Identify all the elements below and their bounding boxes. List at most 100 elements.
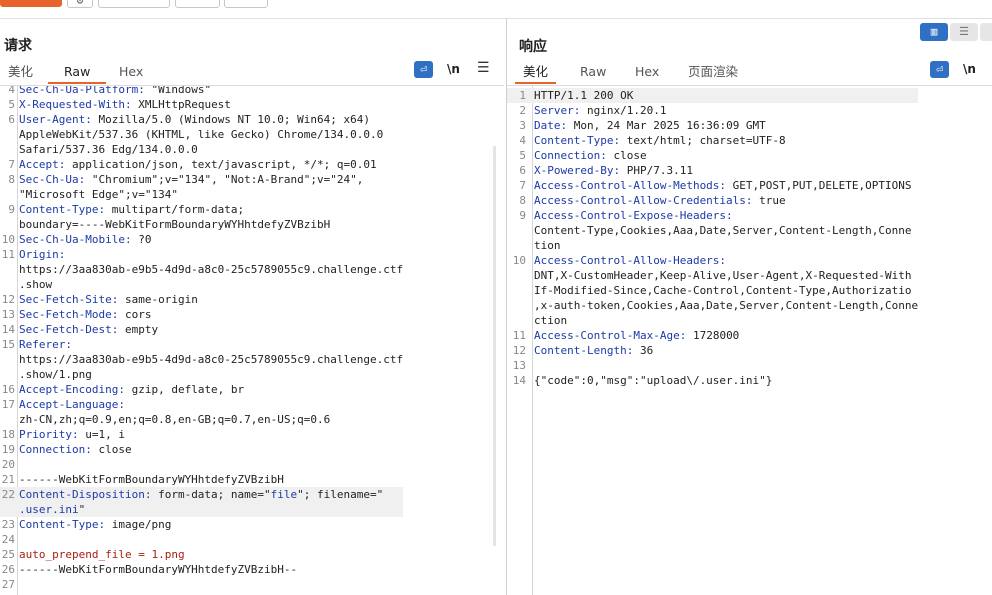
text-segment: .show — [19, 278, 53, 291]
split-horizontal-icon[interactable]: ▥ — [920, 23, 948, 41]
tab-raw[interactable]: Raw — [48, 63, 107, 84]
tab-raw[interactable]: Raw — [580, 63, 606, 82]
code-line: 21 ------WebKitFormBoundaryWYHhtdefyZVBzi… — [0, 472, 403, 487]
code-line: 7 Accept: application/json, text/javascri… — [0, 157, 403, 172]
top-toolbar: ⚙ — [0, 0, 992, 19]
line-number: 8 — [519, 194, 526, 207]
forward-button[interactable] — [224, 0, 268, 8]
line-text: boundary=----WebKitFormBoundaryWYHhtdefy… — [19, 217, 330, 232]
line-text: AppleWebKit/537.36 (KHTML, like Gecko) C… — [19, 127, 383, 142]
wrap-lines-icon[interactable]: ⏎ — [930, 61, 949, 78]
text-segment: ------WebKitFormBoundaryWYHhtdefyZVBzibH… — [19, 563, 298, 576]
tab-hex[interactable]: Hex — [119, 63, 143, 82]
tab-hex[interactable]: Hex — [635, 63, 659, 82]
code-line: 11 Access-Control-Max-Age: 1728000 — [507, 328, 918, 343]
single-view-icon[interactable] — [980, 23, 992, 41]
code-line: Content-Type,Cookies,Aaa,Date,Server,Con… — [507, 223, 918, 238]
line-number: 9 — [8, 203, 15, 216]
text-segment: Safari/537.36 Edg/134.0.0.0 — [19, 143, 198, 156]
text-segment: 36 — [633, 344, 654, 357]
code-line: 5 Connection: close — [507, 148, 918, 163]
line-number: 23 — [1, 518, 15, 531]
code-line: 10 Access-Control-Allow-Headers: — [507, 253, 918, 268]
text-segment: AppleWebKit/537.36 (KHTML, like Gecko) C… — [19, 128, 384, 141]
line-text: Sec-Fetch-Dest: empty — [19, 322, 158, 337]
line-number — [507, 268, 534, 283]
line-text: Connection: close — [534, 148, 647, 163]
gear-icon[interactable]: ⚙ — [67, 0, 93, 8]
text-segment: gzip, deflate, br — [124, 383, 245, 396]
show-newlines-button[interactable]: \n — [963, 62, 976, 76]
line-text: Content-Length: 36 — [534, 343, 653, 358]
line-text: X-Requested-With: XMLHttpRequest — [19, 97, 231, 112]
line-text: Content-Type: multipart/form-data; — [19, 202, 244, 217]
header-name: X-Powered-By: — [534, 164, 621, 177]
line-number: 5 — [519, 149, 526, 162]
tab-pretty[interactable]: 美化 — [515, 63, 557, 84]
code-line: ,x-auth-token,Cookies,Aaa,Date,Server,Co… — [507, 298, 918, 313]
header-name: Content-Type: — [534, 134, 621, 147]
split-vertical-icon[interactable]: ☰ — [950, 23, 978, 41]
text-segment: same-origin — [118, 293, 198, 306]
code-line: https://3aa830ab-e9b5-4d9d-a8c0-25c57890… — [0, 352, 403, 367]
text-segment: u=1, i — [78, 428, 125, 441]
header-name: Accept: — [19, 158, 66, 171]
text-segment: https://3aa830ab-e9b5-4d9d-a8c0-25c57890… — [19, 263, 404, 276]
code-line: 6 X-Powered-By: PHP/7.3.11 — [507, 163, 918, 178]
line-text: Access-Control-Max-Age: 1728000 — [534, 328, 739, 343]
header-name: Sec-Fetch-Site: — [19, 293, 119, 306]
send-button[interactable] — [0, 0, 62, 7]
line-number — [507, 313, 534, 328]
line-text: ,x-auth-token,Cookies,Aaa,Date,Server,Co… — [534, 298, 918, 313]
line-number: 10 — [1, 233, 15, 246]
text-segment: empty — [118, 323, 159, 336]
header-name: Connection: — [19, 443, 92, 456]
wrap-lines-icon[interactable]: ⏎ — [414, 61, 433, 78]
code-line: ction — [507, 313, 918, 328]
line-number: 8 — [8, 173, 15, 186]
line-text: Date: Mon, 24 Mar 2025 16:36:09 GMT — [534, 118, 766, 133]
text-segment: zh-CN,zh;q=0.9,en;q=0.8,en-GB;q=0.7,en-U… — [19, 413, 331, 426]
back-button[interactable] — [175, 0, 220, 8]
header-name: Content-Length: — [534, 344, 634, 357]
line-number: 20 — [1, 458, 15, 471]
show-newlines-button[interactable]: \n — [447, 62, 460, 76]
request-editor[interactable]: 4 Sec-Ch-Ua-Platform: "Windows" 5 X-Request… — [0, 85, 504, 595]
line-number: 7 — [519, 179, 526, 192]
cancel-button[interactable] — [98, 0, 170, 8]
layout-toggle: ▥ ☰ — [920, 23, 992, 41]
vertical-scrollbar[interactable] — [493, 146, 496, 546]
line-text: Origin: — [19, 247, 65, 262]
code-line: 17 Accept-Language: — [0, 397, 403, 412]
text-segment: ?0 — [131, 233, 152, 246]
tab-pretty[interactable]: 美化 — [8, 63, 33, 82]
code-line: 13 — [507, 358, 918, 373]
line-number: 25 — [1, 548, 15, 561]
line-number — [0, 367, 19, 382]
code-line: If-Modified-Since,Cache-Control,Content-… — [507, 283, 918, 298]
line-text: Sec-Fetch-Site: same-origin — [19, 292, 198, 307]
tab-render[interactable]: 页面渲染 — [688, 63, 738, 82]
text-segment: HTTP/1.1 200 OK — [534, 89, 634, 102]
code-line: 1 HTTP/1.1 200 OK — [507, 88, 919, 103]
line-text: .show/1.png — [19, 367, 92, 382]
text-segment: .user.ini — [19, 503, 79, 516]
text-segment: boundary=----WebKitFormBoundaryWYHhtdefy… — [19, 218, 331, 231]
line-text: Sec-Ch-Ua-Mobile: ?0 — [19, 232, 151, 247]
line-text: Content-Type,Cookies,Aaa,Date,Server,Con… — [534, 223, 912, 238]
request-lines: 4 Sec-Ch-Ua-Platform: "Windows" 5 X-Request… — [0, 86, 404, 592]
line-number: 18 — [1, 428, 15, 441]
code-line: 25 auto_prepend_file = 1.png — [0, 547, 403, 562]
text-segment: auto_prepend_file = 1.png — [19, 548, 185, 561]
header-name: Access-Control-Allow-Methods: — [534, 179, 727, 192]
line-number: 2 — [519, 104, 526, 117]
response-editor[interactable]: 1 HTTP/1.1 200 OK 2 Server: nginx/1.20.1 3 Da… — [507, 85, 992, 595]
menu-icon[interactable]: ☰ — [477, 60, 490, 76]
line-text: Sec-Ch-Ua-Platform: "Windows" — [19, 86, 211, 97]
code-line: 5 X-Requested-With: XMLHttpRequest — [0, 97, 403, 112]
text-segment: ------WebKitFormBoundaryWYHhtdefyZVBzibH — [19, 473, 284, 486]
header-name: Content-Type: — [19, 518, 106, 531]
line-text: Sec-Ch-Ua: "Chromium";v="134", "Not:A-Br… — [19, 172, 363, 187]
line-number — [0, 352, 19, 367]
line-text: User-Agent: Mozilla/5.0 (Windows NT 10.0… — [19, 112, 370, 127]
